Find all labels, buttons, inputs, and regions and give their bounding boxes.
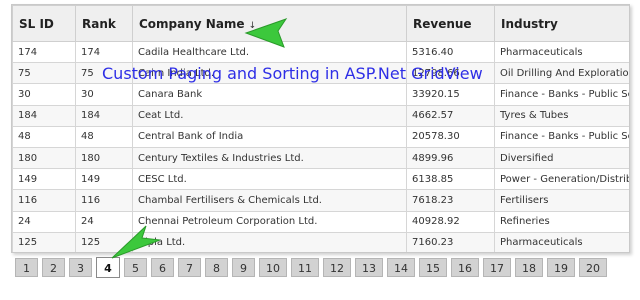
cell-sl-id: 125 — [12, 231, 76, 252]
cell-sl-id: 30 — [12, 83, 76, 106]
cell-company-name: Ceat Ltd. — [132, 104, 407, 127]
cell-company-name: Century Textiles & Industries Ltd. — [132, 146, 407, 170]
table-row: 149 149 CESC Ltd. 6138.85 Power - Generation… — [12, 168, 629, 191]
cell-industry: Tyres & Tubes — [494, 104, 629, 127]
table-row: 180 180 Century Textiles & Industries Ltd.… — [12, 146, 629, 170]
page-button-10[interactable]: 10 — [259, 258, 287, 277]
tutorial-caption: Custom Paging and Sorting in ASP.Net Gri… — [102, 64, 483, 83]
cell-company-name: CESC Ltd. — [132, 168, 407, 191]
page-button-18[interactable]: 18 — [515, 258, 543, 277]
cell-company-name: Chambal Fertilisers & Chemicals Ltd. — [132, 189, 407, 212]
cell-industry: Power - Generation/Distribution — [494, 168, 629, 191]
cell-sl-id: 75 — [12, 62, 76, 85]
cell-company-name: Central Bank of India — [132, 125, 407, 148]
cell-sl-id: 174 — [12, 40, 76, 64]
cell-rank: 48 — [75, 125, 133, 148]
cell-sl-id: 116 — [12, 189, 76, 212]
page-button-11[interactable]: 11 — [291, 258, 319, 277]
cell-revenue: 7618.23 — [406, 189, 495, 212]
cell-sl-id: 180 — [12, 146, 76, 170]
page-button-20[interactable]: 20 — [579, 258, 607, 277]
table-row: 30 30 Canara Bank 33920.15 Finance - Banks -… — [12, 83, 629, 106]
cell-industry: Pharmaceuticals — [494, 40, 629, 64]
cell-revenue: 4662.57 — [406, 104, 495, 127]
cell-industry: Oil Drilling And Exploration — [494, 62, 629, 85]
cell-industry: Refineries — [494, 210, 629, 233]
cell-rank: 149 — [75, 168, 133, 191]
pagination: 1 2 3 4 5 6 7 8 9 10 11 12 13 14 15 16 17 18 19 20 — [15, 257, 607, 284]
cell-revenue: 6138.85 — [406, 168, 495, 191]
page-button-1[interactable]: 1 — [15, 258, 38, 277]
table-row: 174 174 Cadila Healthcare Ltd. 5316.40 Pharm… — [12, 40, 629, 64]
page-button-2[interactable]: 2 — [42, 258, 65, 277]
cell-revenue: 7160.23 — [406, 231, 495, 252]
cell-company-name: Canara Bank — [132, 83, 407, 106]
cell-revenue: 40928.92 — [406, 210, 495, 233]
page-button-13[interactable]: 13 — [355, 258, 383, 277]
table-row: 116 116 Chambal Fertilisers & Chemicals Lt… — [12, 189, 629, 212]
page-button-12[interactable]: 12 — [323, 258, 351, 277]
grid-header-row: SL ID Rank Company Name ↓ Revenue Industr… — [12, 5, 629, 42]
cell-sl-id: 48 — [12, 125, 76, 148]
column-header-revenue[interactable]: Revenue — [406, 5, 495, 42]
column-header-industry[interactable]: Industry — [494, 5, 629, 42]
cell-revenue: 20578.30 — [406, 125, 495, 148]
cell-rank: 30 — [75, 83, 133, 106]
cell-industry: Finance - Banks - Public Sector — [494, 83, 629, 106]
cell-sl-id: 24 — [12, 210, 76, 233]
cell-industry: Finance - Banks - Public Sector — [494, 125, 629, 148]
cell-industry: Diversified — [494, 146, 629, 170]
gridview-container: SL ID Rank Company Name ↓ Revenue Industr… — [11, 4, 630, 253]
column-header-rank[interactable]: Rank — [75, 5, 133, 42]
cell-revenue: 33920.15 — [406, 83, 495, 106]
table-row: 184 184 Ceat Ltd. 4662.57 Tyres & Tubes — [12, 104, 629, 127]
page-button-8[interactable]: 8 — [205, 258, 228, 277]
cell-revenue: 4899.96 — [406, 146, 495, 170]
cell-company-name: Cipla Ltd. — [132, 231, 407, 252]
arrow-pointer-icon — [111, 225, 161, 259]
cell-rank: 180 — [75, 146, 133, 170]
cell-rank: 174 — [75, 40, 133, 64]
cell-rank: 116 — [75, 189, 133, 212]
page-button-15[interactable]: 15 — [419, 258, 447, 277]
company-gridview: SL ID Rank Company Name ↓ Revenue Industr… — [12, 5, 629, 252]
cell-company-name: Chennai Petroleum Corporation Ltd. — [132, 210, 407, 233]
page-button-14[interactable]: 14 — [387, 258, 415, 277]
page-button-17[interactable]: 17 — [483, 258, 511, 277]
page-button-3[interactable]: 3 — [69, 258, 92, 277]
page-button-16[interactable]: 16 — [451, 258, 479, 277]
arrow-pointer-icon — [244, 18, 288, 48]
page-button-7[interactable]: 7 — [178, 258, 201, 277]
cell-sl-id: 184 — [12, 104, 76, 127]
cell-sl-id: 149 — [12, 168, 76, 191]
page-button-9[interactable]: 9 — [232, 258, 255, 277]
cell-revenue: 5316.40 — [406, 40, 495, 64]
cell-industry: Fertilisers — [494, 189, 629, 212]
cell-industry: Pharmaceuticals — [494, 231, 629, 252]
page-button-19[interactable]: 19 — [547, 258, 575, 277]
cell-rank: 184 — [75, 104, 133, 127]
table-row: 48 48 Central Bank of India 20578.30 Finance… — [12, 125, 629, 148]
column-header-sl-id[interactable]: SL ID — [12, 5, 76, 42]
